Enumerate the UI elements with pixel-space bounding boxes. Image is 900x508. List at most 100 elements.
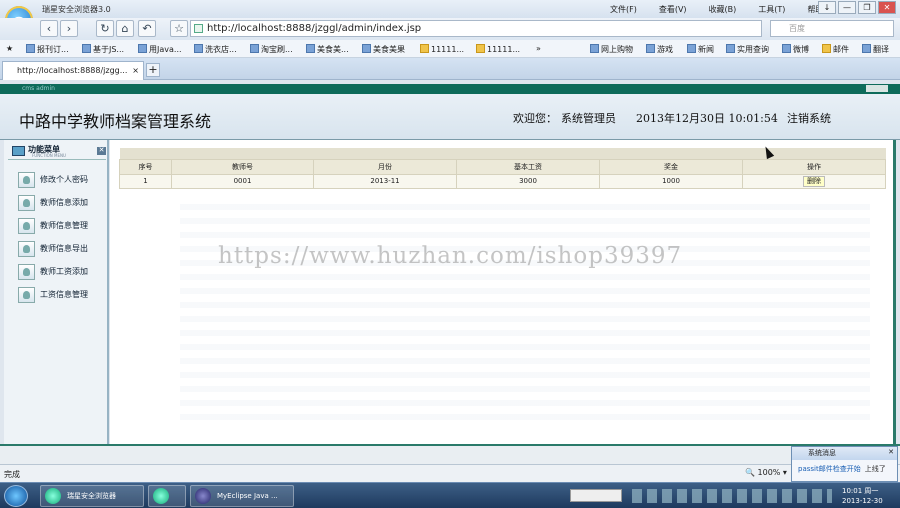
col-month: 月份 [313, 158, 457, 175]
cell-month: 2013-11 [313, 173, 457, 189]
home-button[interactable]: ⌂ [116, 20, 134, 37]
new-tab-button[interactable]: + [146, 63, 160, 77]
tray-icons[interactable] [632, 489, 832, 503]
input-method-bar[interactable] [570, 489, 622, 502]
browser-tab[interactable]: http://localhost:8888/jzgg... × [2, 61, 144, 80]
notification-text: 邮件检查开始 [818, 465, 861, 473]
page-icon [194, 24, 203, 33]
link-games[interactable]: 游戏 [646, 44, 673, 55]
clock[interactable]: 10:01 周一 2013-12-30 [842, 486, 883, 506]
strip-controls[interactable] [866, 85, 888, 92]
faded-background [180, 200, 870, 420]
table-header-row: 序号 教师号 月份 基本工资 奖金 操作 [119, 158, 886, 175]
welcome-label: 欢迎您： [513, 112, 557, 125]
menu-item-change-password[interactable]: 修改个人密码 [18, 171, 108, 189]
status-bar: 完成 🔍 100% ▾ [0, 464, 900, 482]
notification-body: passit邮件检查开始 上线了 [792, 460, 897, 478]
menu-tools[interactable]: 工具(T) [758, 4, 785, 15]
menu-item-export-teacher[interactable]: 教师信息导出 [18, 240, 108, 258]
link-weibo[interactable]: 微博 [782, 44, 809, 55]
favorites-more-button[interactable]: » [536, 44, 541, 53]
cell-base-salary: 3000 [456, 173, 600, 189]
favorite-folder[interactable]: 11111... [420, 44, 464, 54]
tab-close-icon[interactable]: × [132, 62, 139, 79]
table-row: 1 0001 2013-11 3000 1000 删除 [119, 173, 886, 189]
user-icon [18, 241, 35, 257]
user-icon [18, 195, 35, 211]
delete-button[interactable]: 删除 [803, 175, 825, 187]
col-teacher-no: 教师号 [171, 158, 314, 175]
link-news[interactable]: 新闻 [687, 44, 714, 55]
app-top-strip: cms admin [0, 84, 900, 94]
notification-close-icon[interactable]: ✕ [888, 448, 894, 456]
zoom-control[interactable]: 🔍 100% ▾ [745, 468, 787, 477]
favorite-item[interactable]: 淘宝刷... [250, 44, 293, 55]
user-icon [18, 264, 35, 280]
user-icon [18, 218, 35, 234]
address-text: http://localhost:8888/jzggl/admin/index.… [207, 23, 422, 34]
col-index: 序号 [119, 158, 172, 175]
menu-icon [12, 146, 25, 156]
notification-status: 上线了 [864, 465, 886, 473]
link-query[interactable]: 实用查询 [726, 44, 769, 55]
notification-title: 系统消息 [792, 447, 897, 460]
tab-bar: http://localhost:8888/jzgg... × + [0, 58, 900, 80]
menu-item-add-teacher[interactable]: 教师信息添加 [18, 194, 108, 212]
menu-item-add-salary[interactable]: 教师工资添加 [18, 263, 108, 281]
sidebar: 功能菜单 FUNCTION MENU ✕ 修改个人密码 教师信息添加 教师信息管… [4, 140, 109, 444]
taskbar: 瑞星安全浏览器 MyEclipse Java ... 10:01 周一 2013… [0, 482, 900, 508]
favorite-item[interactable]: 用Java... [138, 44, 182, 55]
favorite-item[interactable]: 报刊订... [26, 44, 69, 55]
menu-file[interactable]: 文件(F) [610, 4, 637, 15]
search-input[interactable]: 百度 [770, 20, 894, 37]
start-button[interactable] [4, 485, 28, 507]
taskbar-item-myeclipse[interactable]: MyEclipse Java ... [190, 485, 294, 507]
menu-header: 功能菜单 FUNCTION MENU ✕ [8, 144, 106, 160]
favorites-bar: ★ 报刊订... 基于JS... 用Java... 洗衣店... 淘宝刷... … [0, 40, 900, 58]
cell-bonus: 1000 [599, 173, 743, 189]
favorite-item[interactable]: 洗衣店... [194, 44, 237, 55]
menu-favorites[interactable]: 收藏(B) [709, 4, 737, 15]
taskbar-item-app[interactable] [148, 485, 186, 507]
strip-title: cms admin [22, 85, 55, 92]
address-bar[interactable]: http://localhost:8888/jzggl/admin/index.… [190, 20, 762, 37]
undo-button[interactable]: ↶ [138, 20, 156, 37]
cell-action: 删除 [742, 173, 886, 189]
col-bonus: 奖金 [599, 158, 743, 175]
menu-subtitle: FUNCTION MENU [32, 153, 66, 158]
browser-menu: 文件(F) 查看(V) 收藏(B) 工具(T) 帮助(H) [588, 4, 836, 15]
user-icon [18, 287, 35, 303]
favorite-item[interactable]: 美食美果 [362, 44, 405, 55]
forward-button[interactable]: › [60, 20, 78, 37]
col-base-salary: 基本工资 [456, 158, 600, 175]
logout-link[interactable]: 注销系统 [787, 110, 831, 126]
menu-item-manage-salary[interactable]: 工资信息管理 [18, 286, 108, 304]
minimize-button[interactable]: — [838, 1, 856, 14]
clock-time: 10:01 周一 [842, 487, 879, 495]
cell-index: 1 [119, 173, 172, 189]
col-action: 操作 [742, 158, 886, 175]
back-button[interactable]: ‹ [40, 20, 58, 37]
favorite-folder[interactable]: 11111... [476, 44, 520, 54]
maximize-button[interactable]: ❐ [858, 1, 876, 14]
favorites-star-icon[interactable]: ★ [6, 44, 13, 53]
navigation-bar: ‹ › ↻ ⌂ ↶ ☆ http://localhost:8888/jzggl/… [0, 18, 900, 40]
browser-titlebar: 瑞星安全浏览器3.0 文件(F) 查看(V) 收藏(B) 工具(T) 帮助(H)… [0, 0, 900, 18]
pin-button[interactable]: ↓ [818, 1, 836, 14]
menu-view[interactable]: 查看(V) [659, 4, 687, 15]
favorite-star-button[interactable]: ☆ [170, 20, 188, 37]
close-window-button[interactable]: ✕ [878, 1, 896, 14]
user-icon [18, 172, 35, 188]
favorite-item[interactable]: 美食美... [306, 44, 349, 55]
notification-popup[interactable]: 系统消息 ✕ passit邮件检查开始 上线了 [791, 446, 898, 482]
favorite-item[interactable]: 基于JS... [82, 44, 124, 55]
main-content: 序号 教师号 月份 基本工资 奖金 操作 1 0001 2013-11 3000… [110, 140, 896, 444]
taskbar-item-browser[interactable]: 瑞星安全浏览器 [40, 485, 144, 507]
browser-icon [45, 488, 61, 504]
link-mail[interactable]: 邮件 [822, 44, 849, 55]
link-shopping[interactable]: 网上购物 [590, 44, 633, 55]
menu-collapse-icon[interactable]: ✕ [97, 147, 106, 155]
link-translate[interactable]: 翻译 [862, 44, 889, 55]
refresh-button[interactable]: ↻ [96, 20, 114, 37]
menu-item-manage-teacher[interactable]: 教师信息管理 [18, 217, 108, 235]
